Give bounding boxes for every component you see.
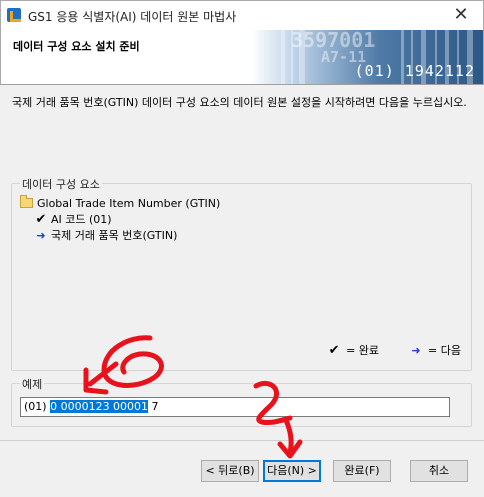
back-button[interactable]: < 뒤로(B) <box>201 460 259 482</box>
cancel-button[interactable]: 취소 <box>410 460 468 482</box>
check-icon: ✔ <box>328 343 340 358</box>
check-icon: ✔ <box>35 212 47 227</box>
example-suffix: 7 <box>148 400 159 413</box>
barcode-stripe <box>281 30 285 84</box>
tree-item-label: 국제 거래 품목 번호(GTIN) <box>51 229 178 242</box>
components-group: 데이터 구성 요소 Global Trade Item Number (GTIN… <box>11 176 472 371</box>
page-title: 데이터 구성 요소 설치 준비 <box>13 40 140 53</box>
components-tree: Global Trade Item Number (GTIN) ✔ AI 코드 (… <box>20 195 221 244</box>
legend-done-label: = 완료 <box>346 344 380 357</box>
example-selected-text: 0 0000123 00001 <box>50 400 149 413</box>
tree-item-label: Global Trade Item Number (GTIN) <box>37 197 221 210</box>
tree-item-gtin[interactable]: ➜ 국제 거래 품목 번호(GTIN) <box>20 228 220 244</box>
title-bar: GS1 응용 식별자(AI) 데이터 원본 마법사 ✕ <box>0 0 484 30</box>
components-legend: 데이터 구성 요소 <box>20 176 102 192</box>
arrow-right-icon: ➜ <box>411 344 421 357</box>
window-title: GS1 응용 식별자(AI) 데이터 원본 마법사 <box>28 10 237 24</box>
status-legend: ✔ = 완료 ➜ = 다음 <box>325 342 461 358</box>
folder-icon <box>20 195 33 208</box>
wizard-header: 데이터 구성 요소 설치 준비 3597001 A7-11 (01) 19421… <box>0 30 484 84</box>
instruction-text: 국제 거래 품목 번호(GTIN) 데이터 구성 요소의 데이터 원본 설정을 … <box>12 96 467 109</box>
tree-item-label: AI 코드 (01) <box>51 213 112 226</box>
example-legend: 예제 <box>20 376 45 392</box>
banner-number: (01) 1942112 <box>354 62 475 80</box>
finish-button[interactable]: 완료(F) <box>333 460 391 482</box>
arrow-right-icon: ➜ <box>36 229 46 242</box>
app-icon <box>7 8 21 22</box>
legend-next-label: = 다음 <box>428 344 461 357</box>
example-group: 예제 (01) 0 0000123 00001 7 <box>11 376 472 427</box>
header-divider <box>0 84 484 85</box>
tree-item-ai-code[interactable]: ✔ AI 코드 (01) <box>20 212 220 228</box>
barcode-banner: 3597001 A7-11 (01) 1942112 <box>251 30 483 84</box>
example-field[interactable]: (01) 0 0000123 00001 7 <box>20 397 450 417</box>
example-prefix: (01) <box>24 400 51 413</box>
button-separator <box>0 440 484 441</box>
close-button[interactable]: ✕ <box>447 5 475 27</box>
annotation-arrow-2-head <box>277 439 303 459</box>
next-button[interactable]: 다음(N) > <box>263 460 321 482</box>
tree-item-gtin-root[interactable]: Global Trade Item Number (GTIN) <box>20 195 221 212</box>
